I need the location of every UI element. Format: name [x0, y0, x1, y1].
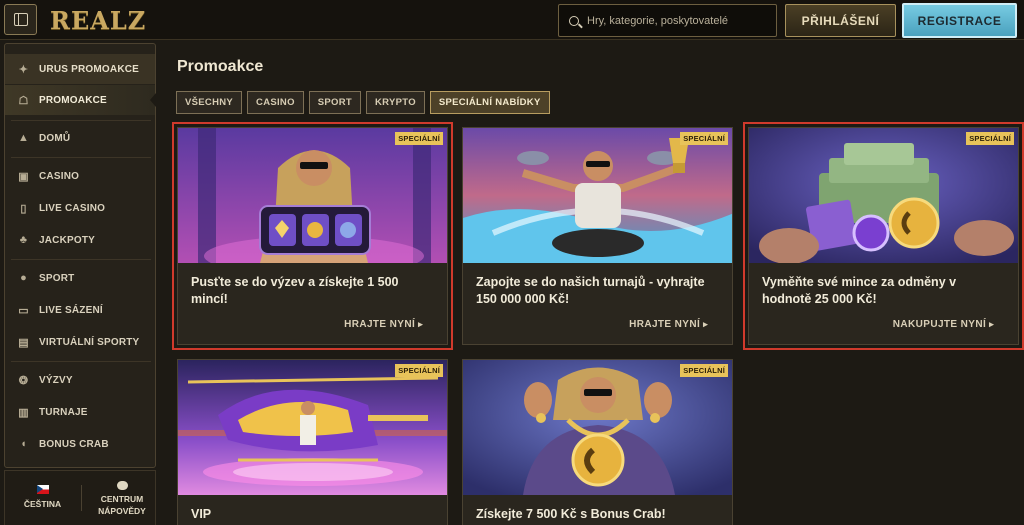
- medal-icon: ❂: [18, 374, 29, 387]
- sidebar-item-virtual-sports[interactable]: ▤ VIRTUÁLNÍ SPORTY: [5, 327, 155, 357]
- pyramid-icon: ▲: [17, 132, 30, 144]
- help-label-line2: NÁPOVĚDY: [98, 506, 146, 516]
- filter-casino[interactable]: CASINO: [247, 91, 304, 114]
- divider: [11, 259, 151, 260]
- divider: [11, 157, 151, 158]
- ball-icon: ●: [20, 272, 27, 284]
- sidebar-item-label: LIVE CASINO: [39, 202, 106, 214]
- sidebar-item-label: DOMŮ: [39, 132, 71, 144]
- sidebar-item-label: SPORT: [39, 272, 75, 284]
- divider: [11, 120, 151, 121]
- sidebar-item-sport[interactable]: ● SPORT: [5, 263, 155, 293]
- divider: [11, 361, 151, 362]
- sidebar-item-label: TURNAJE: [39, 406, 88, 418]
- sidebar-item-challenges[interactable]: ❂ VÝZVY: [5, 365, 155, 395]
- sidebar-item-promo[interactable]: ☖ PROMOAKCE: [5, 85, 156, 115]
- divider: [81, 485, 82, 511]
- sidebar-item-label: PROMOAKCE: [39, 94, 107, 106]
- promo-card-bonus-crab[interactable]: SPECIÁLNÍ Získejte 7 500 Kč s Bonus Crab…: [462, 359, 733, 525]
- logo[interactable]: REALZ: [50, 6, 146, 35]
- filter-sport[interactable]: SPORT: [308, 91, 362, 114]
- top-bar: REALZ PŘIHLÁŠENÍ REGISTRACE: [0, 0, 1024, 40]
- sidebar-item-label: VÝZVY: [39, 374, 73, 386]
- promo-title: Zapojte se do našich turnajů - vyhrajte …: [476, 275, 705, 306]
- slot-machine-icon: ▣: [18, 170, 29, 183]
- car-icon: ✦: [18, 63, 29, 76]
- register-button[interactable]: REGISTRACE: [902, 3, 1017, 38]
- chat-icon: [116, 481, 128, 490]
- search-input[interactable]: [587, 14, 767, 27]
- sidebar-toggle-button[interactable]: [4, 4, 37, 35]
- sidebar-item-label: VIRTUÁLNÍ SPORTY: [39, 336, 140, 348]
- promo-image: [178, 128, 447, 263]
- sidebar-item-live-casino[interactable]: ▯ LIVE CASINO: [5, 193, 155, 223]
- sidebar-footer: ČEŠTINA CENTRUM NÁPOVĚDY: [4, 470, 156, 525]
- promo-card-shop[interactable]: SPECIÁLNÍ Vyměňte své mince za odměny v …: [743, 122, 1024, 350]
- sidebar-item-jackpots[interactable]: ♣ JACKPOTY: [5, 225, 155, 255]
- promo-title: Vyměňte své mince za odměny v hodnotě 25…: [762, 275, 957, 306]
- sidebar-item-tournaments[interactable]: ▥ TURNAJE: [5, 397, 155, 427]
- tournament-icon: ▥: [18, 406, 29, 419]
- live-icon: ▭: [18, 304, 29, 317]
- promo-image: [463, 128, 732, 263]
- sidebar-item-label: LIVE SÁZENÍ: [39, 304, 103, 316]
- special-badge: SPECIÁLNÍ: [680, 364, 728, 377]
- czech-flag-icon: [36, 485, 49, 494]
- help-label-line1: CENTRUM: [100, 494, 144, 504]
- promo-title: Získejte 7 500 Kč s Bonus Crab!: [476, 507, 666, 521]
- filter-special-offers[interactable]: SPECIÁLNÍ NABÍDKY: [429, 91, 550, 114]
- shop-now-link[interactable]: NAKUPUJTE NYNÍ: [893, 319, 994, 330]
- sidebar-item-live-betting[interactable]: ▭ LIVE SÁZENÍ: [5, 295, 155, 325]
- sidebar-item-label: URUS PROMOAKCE: [39, 63, 140, 75]
- language-label: ČEŠTINA: [23, 499, 62, 509]
- clover-icon: ♣: [19, 234, 28, 246]
- promo-card-challenges[interactable]: SPECIÁLNÍ Pusťte se do výzev a získejte …: [172, 122, 453, 350]
- cards-icon: ▯: [20, 202, 27, 215]
- sidebar-item-home[interactable]: ▲ DOMŮ: [5, 123, 155, 153]
- sidebar-item-label: BONUS CRAB: [39, 438, 109, 450]
- promo-image: [463, 360, 732, 495]
- promo-title: VIP: [191, 507, 212, 521]
- sidebar-item-bonus-crab[interactable]: ◖ BONUS CRAB: [5, 429, 155, 459]
- gift-icon: ☖: [18, 94, 29, 107]
- sidebar-item-casino[interactable]: ▣ CASINO: [5, 161, 155, 191]
- login-button[interactable]: PŘIHLÁŠENÍ: [785, 4, 896, 37]
- page-title: Promoakce: [177, 58, 264, 75]
- sidebar-item-urus-promo[interactable]: ✦ URUS PROMOAKCE: [5, 54, 155, 84]
- promo-card-tournaments[interactable]: SPECIÁLNÍ Zapojte se do našich turnajů -…: [462, 127, 733, 345]
- sidebar-icon: [13, 13, 28, 26]
- filter-all[interactable]: VŠECHNY: [176, 91, 243, 114]
- promo-title: Pusťte se do výzev a získejte 1 500 minc…: [191, 275, 399, 306]
- virtual-icon: ▤: [18, 336, 29, 349]
- play-now-link[interactable]: HRAJTE NYNÍ: [629, 319, 708, 330]
- special-badge: SPECIÁLNÍ: [680, 132, 728, 145]
- search-box[interactable]: [558, 4, 777, 37]
- special-badge: SPECIÁLNÍ: [395, 132, 443, 145]
- sidebar-item-label: JACKPOTY: [39, 234, 96, 246]
- sidebar-item-label: CASINO: [39, 170, 80, 182]
- search-icon: [569, 15, 579, 26]
- promo-image: [749, 128, 1018, 263]
- play-now-link[interactable]: HRAJTE NYNÍ: [344, 319, 423, 330]
- promo-card-vip[interactable]: SPECIÁLNÍ VIP: [177, 359, 448, 525]
- filter-tabs: VŠECHNY CASINO SPORT KRYPTO SPECIÁLNÍ NA…: [176, 91, 550, 114]
- language-selector[interactable]: ČEŠTINA: [15, 485, 70, 509]
- promo-image: [178, 360, 447, 495]
- special-badge: SPECIÁLNÍ: [395, 364, 443, 377]
- help-center-link[interactable]: CENTRUM NÁPOVĚDY: [93, 481, 151, 517]
- crab-icon: ◖: [20, 438, 27, 450]
- filter-crypto[interactable]: KRYPTO: [366, 91, 425, 114]
- sidebar: ✦ URUS PROMOAKCE ☖ PROMOAKCE ▲ DOMŮ ▣ CA…: [4, 43, 156, 468]
- special-badge: SPECIÁLNÍ: [966, 132, 1014, 145]
